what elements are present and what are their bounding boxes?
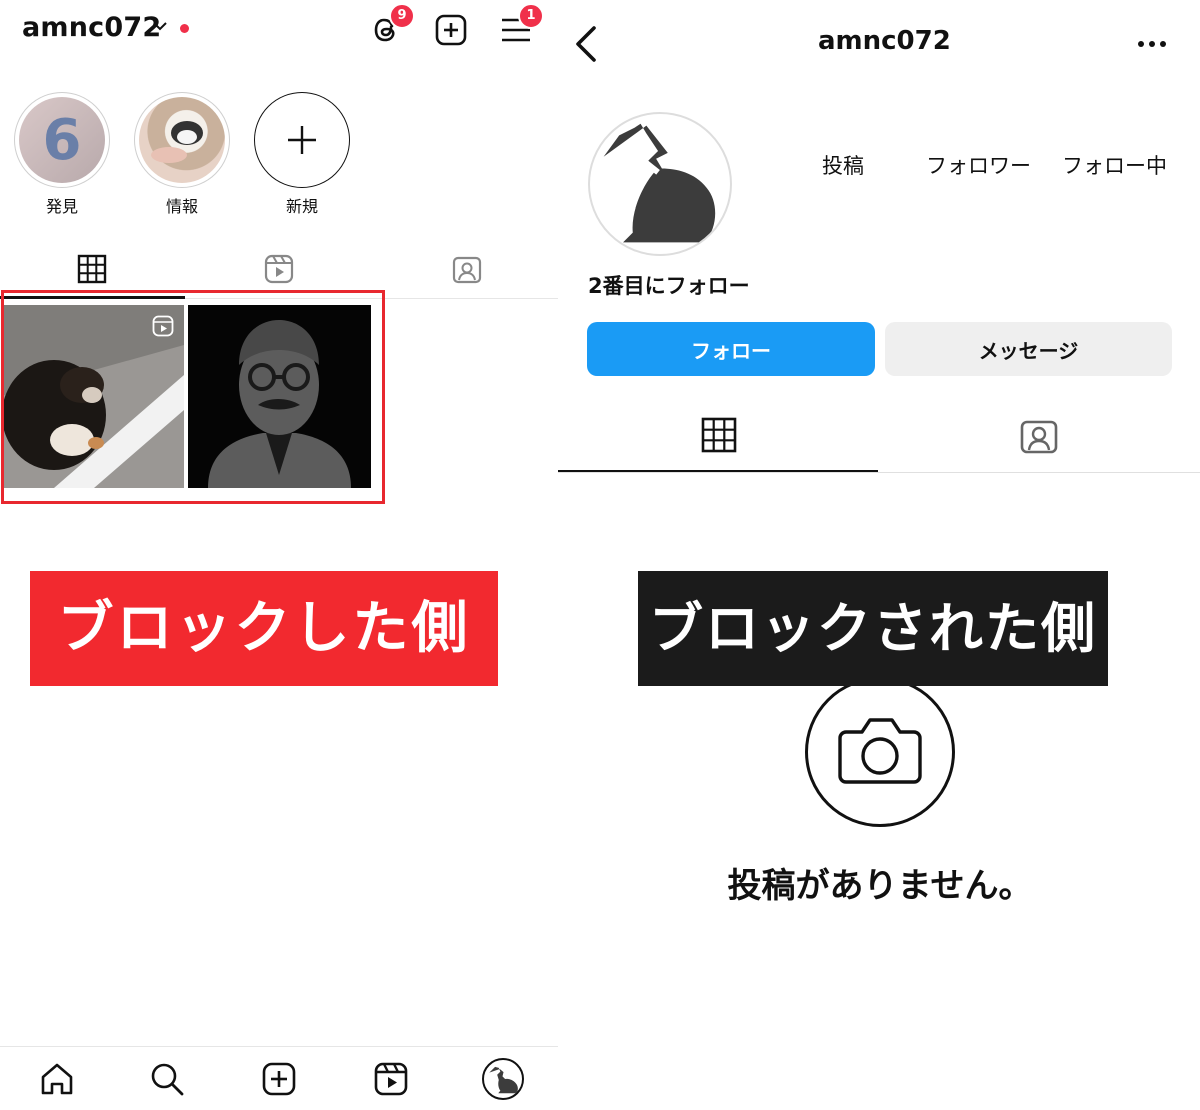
stat-followers-label[interactable]: フォロワー (926, 150, 1031, 180)
grid-icon[interactable] (700, 416, 738, 454)
dog-silhouette-icon (603, 123, 716, 243)
profile-bio: 2番目にフォロー (588, 274, 750, 298)
no-posts-message: 投稿がありません。 (727, 866, 1033, 906)
profile-avatar[interactable] (588, 112, 732, 256)
search-icon[interactable] (148, 1060, 186, 1098)
chevron-down-icon[interactable] (152, 18, 168, 34)
follow-button[interactable]: フォロー (587, 322, 875, 376)
camera-circle (805, 677, 955, 827)
back-arrow-icon[interactable] (572, 24, 600, 64)
highlight-info[interactable] (134, 92, 230, 188)
plus-icon (288, 126, 316, 154)
message-button[interactable]: メッセージ (885, 322, 1172, 376)
highlight-thumbnail (139, 97, 225, 183)
threads-badge: 9 (389, 3, 415, 29)
blocker-side-label: ブロックした側 (30, 571, 498, 686)
camera-icon (838, 718, 922, 784)
reels-nav-icon[interactable] (372, 1060, 410, 1098)
more-options-icon[interactable] (1136, 38, 1168, 50)
tab-active-indicator (558, 470, 878, 472)
cat-photo-icon (151, 121, 203, 163)
profile-avatar-nav[interactable] (482, 1058, 524, 1100)
menu-badge: 1 (518, 3, 544, 29)
tagged-icon[interactable] (451, 253, 483, 285)
notification-dot (180, 24, 189, 33)
tab-divider (558, 472, 1200, 473)
home-icon[interactable] (38, 1060, 76, 1098)
stat-posts-label[interactable]: 投稿 (822, 150, 864, 180)
highlight-label-info: 情報 (165, 197, 198, 216)
grid-icon[interactable] (76, 253, 108, 285)
bottom-nav-divider (0, 1046, 558, 1047)
add-post-icon[interactable] (433, 12, 469, 48)
dog-avatar-icon (489, 1066, 518, 1094)
tagged-icon[interactable] (1019, 416, 1059, 456)
blocker-profile-screen: amnc072 9 1 6 発見 情報 新規 ブロックした側 (0, 0, 558, 1110)
profile-username[interactable]: amnc072 (22, 12, 161, 43)
viewed-profile-username: amnc072 (818, 26, 951, 56)
reels-icon[interactable] (263, 253, 295, 285)
stat-following-label[interactable]: フォロー中 (1062, 150, 1167, 180)
highlight-label-new: 新規 (285, 197, 318, 216)
number-six-graphic: 6 (42, 107, 82, 173)
create-icon[interactable] (260, 1060, 298, 1098)
blocked-side-label: ブロックされた側 (638, 571, 1108, 686)
new-highlight-button[interactable] (254, 92, 350, 188)
highlight-discover[interactable]: 6 (14, 92, 110, 188)
highlight-thumbnail: 6 (19, 97, 105, 183)
highlight-box (1, 290, 385, 504)
highlight-label-discover: 発見 (45, 197, 78, 216)
